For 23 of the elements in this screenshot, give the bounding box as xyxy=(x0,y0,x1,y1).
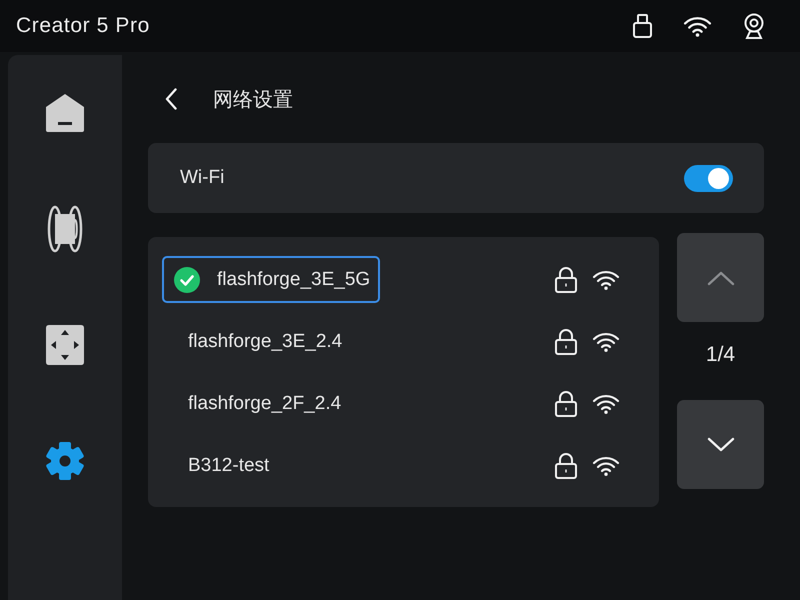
move-arrows-icon[interactable] xyxy=(46,325,84,365)
device-title: Creator 5 Pro xyxy=(16,14,150,38)
spool-icon[interactable] xyxy=(47,205,83,253)
page-title: 网络设置 xyxy=(213,88,293,112)
chevron-down-icon xyxy=(706,436,734,452)
page-indicator: 1/4 xyxy=(706,343,736,367)
network-item[interactable]: flashforge_3E_5G xyxy=(162,256,380,303)
usb-drive-icon xyxy=(633,14,652,38)
wifi-toggle[interactable] xyxy=(684,164,733,192)
wifi-signal-icon xyxy=(592,394,620,414)
home-icon[interactable] xyxy=(45,93,85,133)
wifi-icon xyxy=(683,16,712,36)
wifi-signal-icon xyxy=(592,270,620,290)
network-item[interactable]: flashforge_3E_2.4 xyxy=(162,318,352,365)
network-item[interactable]: flashforge_2F_2.4 xyxy=(162,380,352,427)
chevron-up-icon xyxy=(706,270,734,286)
wifi-signal-icon xyxy=(592,332,620,352)
gear-icon[interactable] xyxy=(45,441,85,481)
network-item[interactable]: B312-test xyxy=(162,442,280,489)
webcam-icon xyxy=(743,13,765,39)
wifi-signal-icon xyxy=(592,456,620,476)
back-icon[interactable] xyxy=(165,88,177,110)
wifi-label: Wi-Fi xyxy=(180,167,224,189)
